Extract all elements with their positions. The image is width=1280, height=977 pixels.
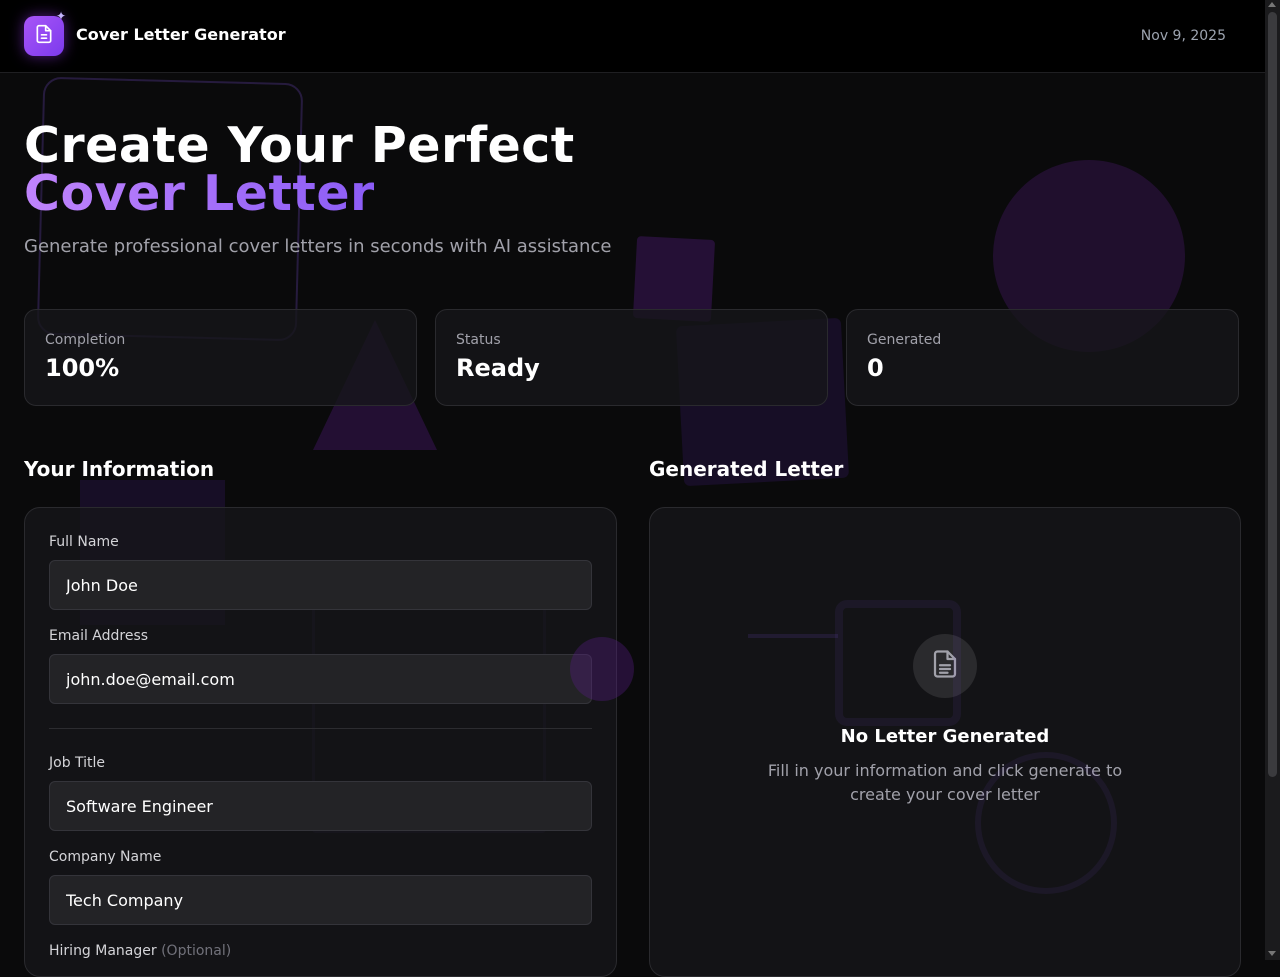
stat-card-generated: Generated 0 (846, 309, 1239, 406)
scroll-down-arrow-icon[interactable] (1268, 951, 1276, 956)
vertical-scrollbar[interactable] (1265, 0, 1280, 960)
letter-section-title: Generated Letter (649, 457, 844, 481)
form-divider (49, 728, 592, 729)
company-name-label: Company Name (49, 849, 162, 865)
stat-value: Ready (456, 354, 540, 382)
full-name-label: Full Name (49, 534, 119, 550)
document-icon (34, 24, 54, 48)
decorative-outline-square-2 (835, 600, 961, 726)
job-title-input[interactable] (49, 781, 592, 831)
stat-card-completion: Completion 100% (24, 309, 417, 406)
decorative-outline-circle (975, 752, 1117, 894)
scrollbar-thumb[interactable] (1268, 12, 1277, 777)
decorative-line (748, 634, 838, 638)
stat-label: Completion (45, 332, 126, 348)
decorative-small-circle (570, 637, 634, 701)
email-label: Email Address (49, 628, 149, 644)
hiring-manager-label: Hiring Manager (Optional) (49, 943, 231, 959)
top-bar: ✦ Cover Letter Generator Nov 9, 2025 (0, 0, 1265, 73)
app-title: Cover Letter Generator (76, 25, 286, 44)
information-form: Full Name Email Address Job Title Compan… (24, 507, 617, 977)
empty-state-title: No Letter Generated (840, 726, 1050, 747)
hiring-manager-label-text: Hiring Manager (49, 943, 157, 959)
company-name-input[interactable] (49, 875, 592, 925)
hero-title-accent: Cover Letter (24, 165, 375, 222)
hero-subtitle: Generate professional cover letters in s… (24, 236, 612, 257)
optional-tag: (Optional) (161, 943, 232, 959)
email-input[interactable] (49, 654, 592, 704)
stat-value: 0 (867, 354, 884, 382)
stat-card-status: Status Ready (435, 309, 828, 406)
stat-label: Status (456, 332, 501, 348)
stat-label: Generated (867, 332, 942, 348)
header-date: Nov 9, 2025 (1140, 28, 1226, 44)
full-name-input[interactable] (49, 560, 592, 610)
form-section-title: Your Information (24, 457, 215, 481)
scroll-up-arrow-icon[interactable] (1268, 2, 1276, 7)
stat-value: 100% (45, 354, 120, 382)
sparkles-icon: ✦ (56, 9, 67, 23)
job-title-label: Job Title (49, 755, 106, 771)
letter-preview-panel: No Letter Generated Fill in your informa… (649, 507, 1241, 977)
